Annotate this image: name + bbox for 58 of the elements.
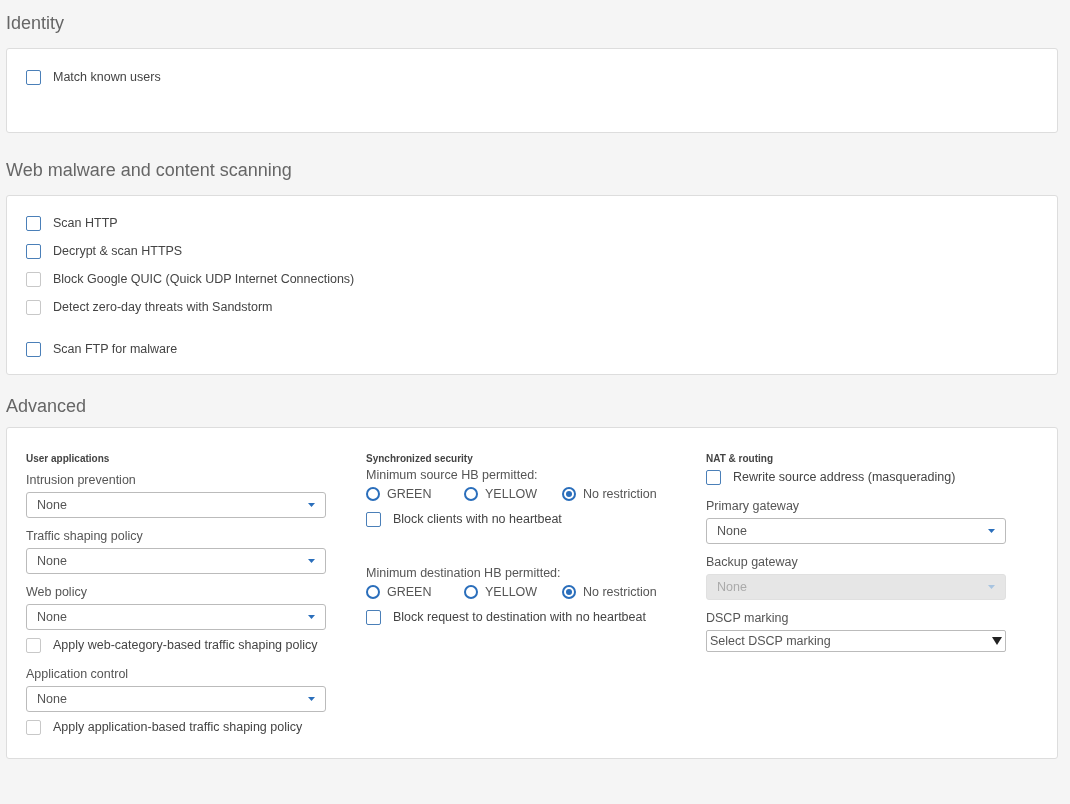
dropdown[interactable]: None [26, 686, 326, 712]
section-heading: Advanced [6, 395, 88, 418]
radio-label: No restriction [583, 485, 657, 503]
checkbox-label: Block clients with no heartbeat [393, 510, 562, 528]
radio-button[interactable] [464, 585, 478, 599]
caret-down-icon [988, 585, 995, 589]
column-heading: NAT & routing [706, 452, 775, 466]
checkbox[interactable] [366, 511, 381, 527]
checkbox-label: Rewrite source address (masquerading) [733, 468, 956, 486]
radio-label: YELLOW [485, 583, 538, 601]
checkbox[interactable] [26, 215, 41, 231]
checkbox[interactable] [26, 341, 41, 357]
field-label: Primary gateway [706, 498, 801, 515]
caret-down-icon [308, 697, 315, 701]
field-label: Traffic shaping policy [26, 528, 144, 545]
caret-down-icon [308, 615, 315, 619]
dropdown[interactable]: None [706, 518, 1006, 544]
caret-down-icon [308, 559, 315, 563]
section-heading: Web malware and content scanning [6, 159, 293, 182]
checkbox-label: Apply application-based traffic shaping policy [53, 718, 303, 736]
radio-button[interactable] [366, 585, 380, 599]
checkbox-label: Decrypt & scan HTTPS [53, 242, 183, 260]
field-label: Web policy [26, 584, 88, 601]
caret-down-icon [988, 529, 995, 533]
field-label: Intrusion prevention [26, 472, 137, 489]
checkbox[interactable] [26, 69, 41, 85]
dropdown[interactable]: None [26, 604, 326, 630]
checkbox-label: Match known users [53, 68, 161, 86]
checkbox-label: Scan FTP for malware [53, 340, 178, 358]
caret-down-icon [308, 503, 315, 507]
checkbox-label: Scan HTTP [53, 214, 118, 232]
radio-label: GREEN [387, 485, 432, 503]
radio-button[interactable] [562, 585, 576, 599]
checkbox[interactable] [26, 243, 41, 259]
field-label: DSCP marking [706, 610, 790, 627]
radio-button[interactable] [562, 487, 576, 501]
field-label: Minimum destination HB permitted: [366, 565, 562, 582]
checkbox-label: Detect zero-day threats with Sandstorm [53, 298, 273, 316]
checkbox-label: Block request to destination with no heartbeat [393, 608, 646, 626]
radio-label: YELLOW [485, 485, 538, 503]
radio-label: GREEN [387, 583, 432, 601]
column-heading: Synchronized security [366, 452, 474, 466]
radio-button[interactable] [464, 487, 478, 501]
dropdown[interactable]: Select DSCP marking [706, 630, 1006, 652]
radio-button[interactable] [366, 487, 380, 501]
dropdown[interactable]: None [26, 548, 326, 574]
checkbox-label: Block Google QUIC (Quick UDP Internet Connections) [53, 270, 355, 288]
checkbox[interactable] [706, 469, 721, 485]
radio-label: No restriction [583, 583, 657, 601]
dropdown[interactable]: None [26, 492, 326, 518]
field-label: Backup gateway [706, 554, 799, 571]
column-heading: User applications [26, 452, 111, 466]
checkbox[interactable] [366, 609, 381, 625]
field-label: Minimum source HB permitted: [366, 467, 539, 484]
checkbox-label: Apply web-category-based traffic shaping policy [53, 636, 318, 654]
section-heading: Identity [6, 12, 66, 35]
field-label: Application control [26, 666, 130, 683]
caret-down-icon [992, 637, 1002, 645]
